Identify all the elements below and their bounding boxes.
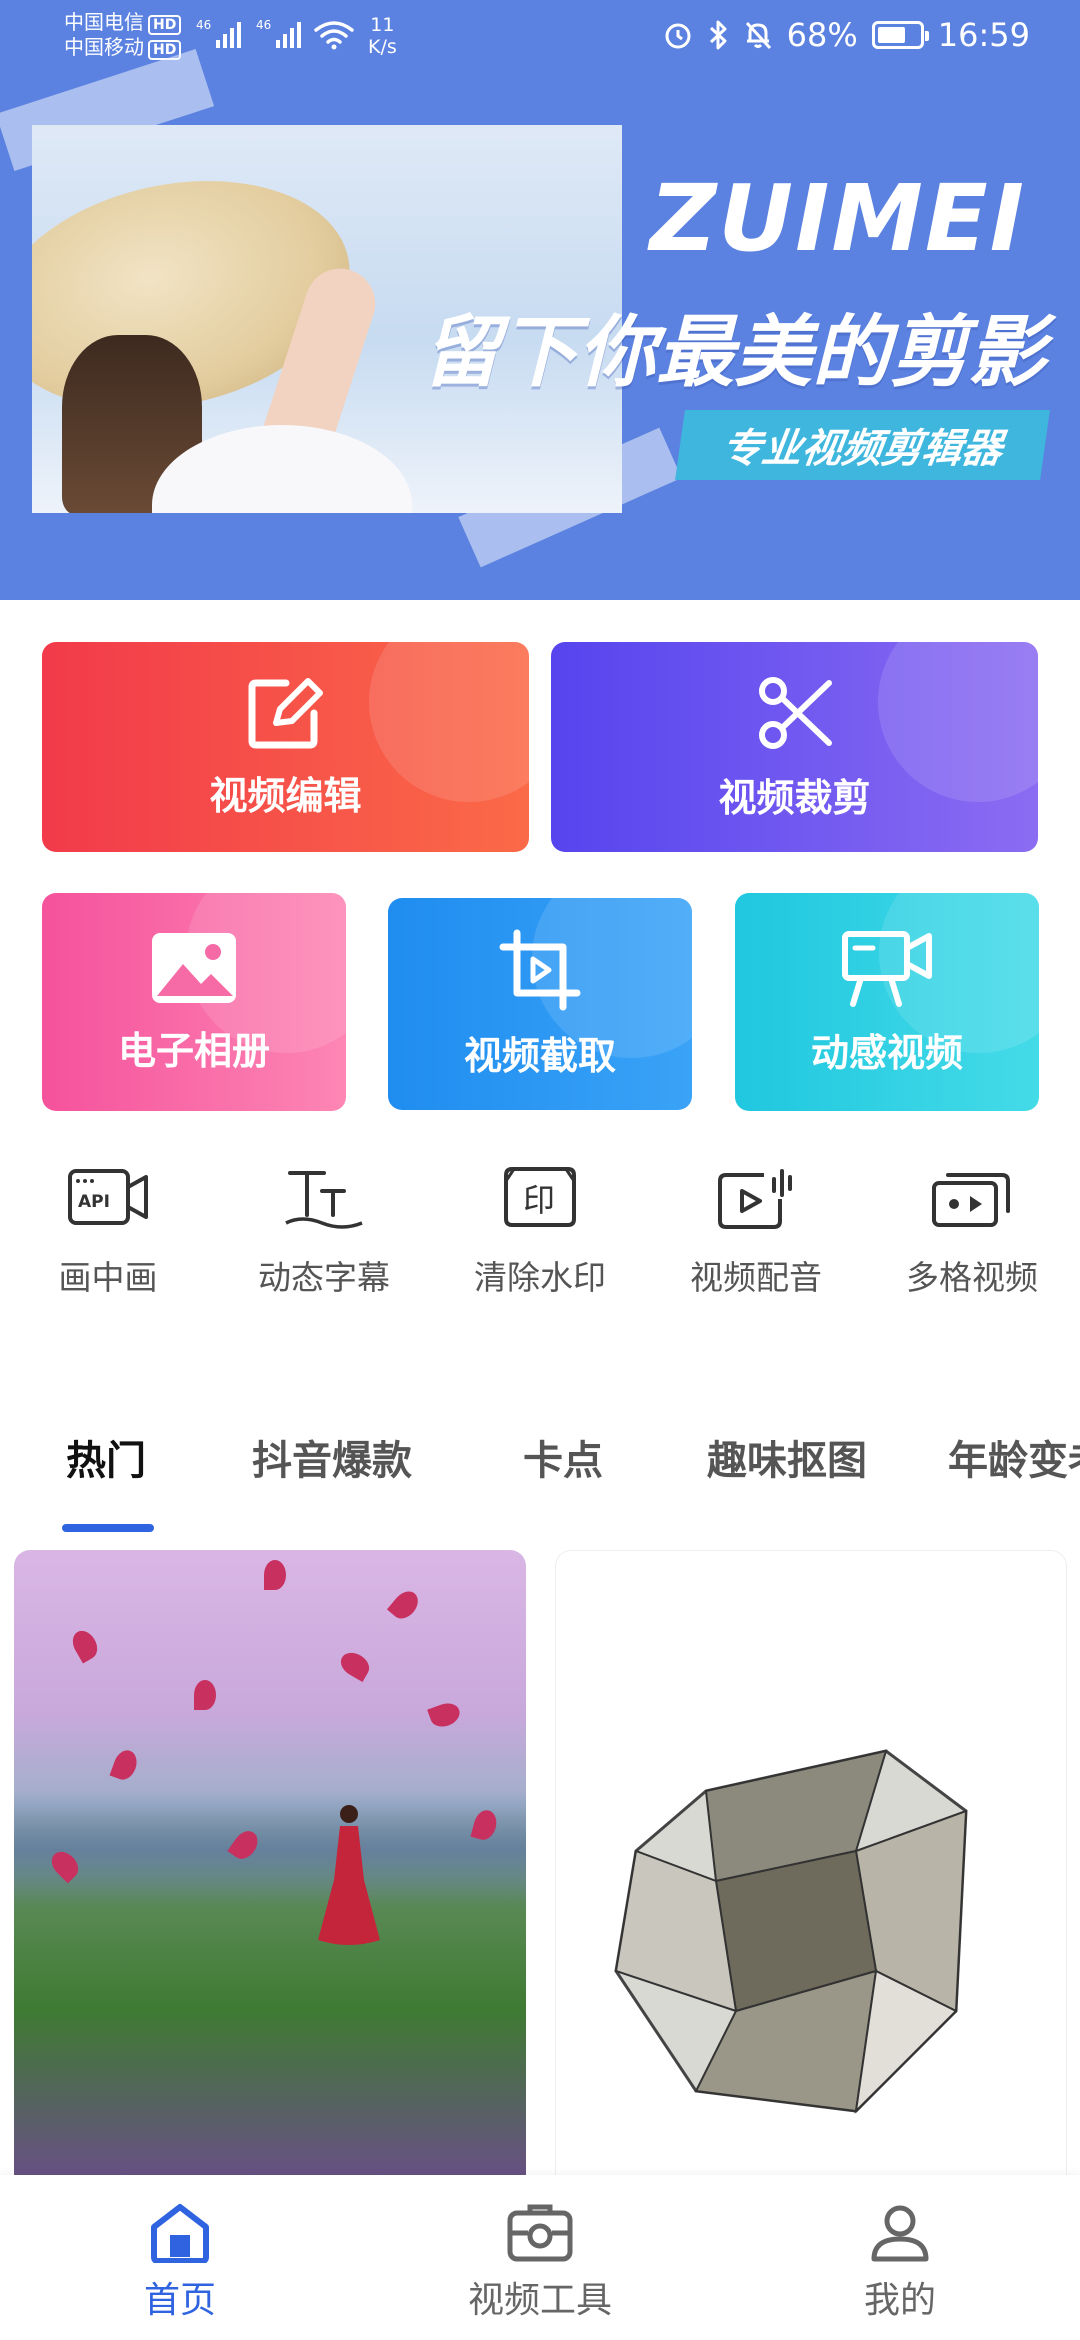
tab-hot[interactable]: 热门 — [66, 1428, 146, 1486]
edit-icon — [248, 677, 323, 748]
home-icon — [151, 2204, 209, 2263]
nav-video-tools[interactable]: 视频工具 — [360, 2175, 720, 2340]
watermark-icon: 印 — [504, 1167, 576, 1227]
tool-pip[interactable]: API 画中画 — [0, 1165, 216, 1299]
network-speed: 11 K/s — [368, 14, 397, 58]
tool-dynamic-subtitle[interactable]: 动态字幕 — [216, 1165, 432, 1299]
tools-row: API 画中画 动态字幕 印 清除水印 视频配音 多格视频 — [0, 1165, 1080, 1299]
bluetooth-icon — [709, 20, 727, 50]
network-type-2: 46 — [256, 18, 272, 32]
photo-album-label: 电子相册 — [117, 1028, 270, 1073]
dynamic-video-label: 动感视频 — [810, 1030, 963, 1075]
battery-percent: 68% — [786, 16, 858, 54]
user-icon — [871, 2205, 929, 2262]
dynamic-video-card[interactable]: 动感视频 — [735, 893, 1039, 1111]
text-size-icon — [285, 1171, 363, 1229]
clock: 16:59 — [937, 16, 1030, 54]
api-icon-text: API — [78, 1192, 110, 1212]
alarm-icon — [665, 23, 691, 49]
video-dub-icon — [718, 1169, 792, 1229]
status-right: 68% 16:59 — [663, 16, 1030, 54]
bottom-navigation: 首页 视频工具 我的 — [0, 2175, 1080, 2340]
video-edit-card[interactable]: 视频编辑 — [42, 642, 529, 852]
carrier-2: 中国移动 — [64, 35, 144, 59]
image-icon — [152, 932, 236, 1003]
network-type-1: 46 — [196, 18, 212, 32]
tab-fun-cutout[interactable]: 趣味抠图 — [707, 1428, 867, 1486]
nav-mine[interactable]: 我的 — [720, 2175, 1080, 2340]
wifi-icon — [314, 21, 354, 50]
tool-video-dub-label: 视频配音 — [690, 1258, 822, 1297]
api-camera-icon: API — [68, 1169, 148, 1225]
nav-video-tools-label: 视频工具 — [467, 2280, 612, 2321]
watermark-icon-text: 印 — [523, 1181, 555, 1219]
tab-beat-sync[interactable]: 卡点 — [523, 1428, 603, 1486]
video-trim-card[interactable]: 视频裁剪 — [551, 642, 1038, 852]
tool-multi-grid-video[interactable]: 多格视频 — [864, 1165, 1080, 1299]
template-card-flowers[interactable] — [14, 1550, 526, 2190]
banner-tagline-text: 专业视频剪辑器 — [718, 426, 1006, 472]
multi-grid-video-icon — [932, 1173, 1010, 1227]
tool-remove-watermark[interactable]: 印 清除水印 — [432, 1165, 648, 1299]
hd-badge-1: HD — [148, 15, 182, 35]
nav-home-label: 首页 — [143, 2280, 216, 2321]
tool-video-dub[interactable]: 视频配音 — [648, 1165, 864, 1299]
signal-icon: 46 — [196, 18, 242, 48]
carrier-info: 中国电信 HD 中国移动 HD — [64, 10, 182, 60]
template-card-cube[interactable] — [555, 1550, 1067, 2190]
active-tab-indicator — [62, 1524, 154, 1532]
video-capture-card[interactable]: 视频截取 — [388, 898, 692, 1110]
tool-multi-grid-video-label: 多格视频 — [906, 1258, 1038, 1297]
carrier-1: 中国电信 — [64, 10, 144, 34]
video-capture-label: 视频截取 — [463, 1033, 616, 1078]
tool-dynamic-subtitle-label: 动态字幕 — [258, 1258, 390, 1297]
banner-tagline: 专业视频剪辑器 — [675, 410, 1050, 480]
mute-bell-icon — [745, 21, 771, 50]
tool-pip-label: 画中画 — [58, 1258, 158, 1297]
crop-play-icon — [499, 929, 581, 1010]
toolbox-icon — [507, 2204, 573, 2262]
photo-album-card[interactable]: 电子相册 — [42, 893, 346, 1111]
battery-icon — [871, 21, 929, 49]
speed-unit: K/s — [368, 36, 397, 58]
woman-figure — [318, 1805, 380, 1945]
nav-home[interactable]: 首页 — [0, 2175, 360, 2340]
tab-age-change[interactable]: 年龄变老 — [948, 1428, 1080, 1486]
banner-brand: ZUIMEI — [649, 165, 1026, 272]
signal-icon-2: 46 — [256, 18, 302, 48]
speed-value: 11 — [370, 14, 395, 36]
tool-remove-watermark-label: 清除水印 — [474, 1258, 606, 1297]
tab-douyin-hits[interactable]: 抖音爆款 — [252, 1428, 412, 1486]
video-camera-icon — [842, 930, 932, 1007]
nav-mine-label: 我的 — [863, 2280, 936, 2321]
video-edit-label: 视频编辑 — [209, 773, 362, 818]
category-tabs: 热门 抖音爆款 卡点 趣味抠图 年龄变老 — [0, 1428, 1080, 1500]
video-trim-label: 视频裁剪 — [718, 775, 871, 820]
top-banner[interactable]: 中国电信 HD 中国移动 HD 46 46 11 K/s 68% 16:59 Z… — [0, 0, 1080, 600]
geometric-cube-image — [614, 1749, 968, 2114]
banner-slogan: 留下你最美的剪影 — [421, 308, 1046, 398]
scissors-icon — [758, 676, 832, 749]
